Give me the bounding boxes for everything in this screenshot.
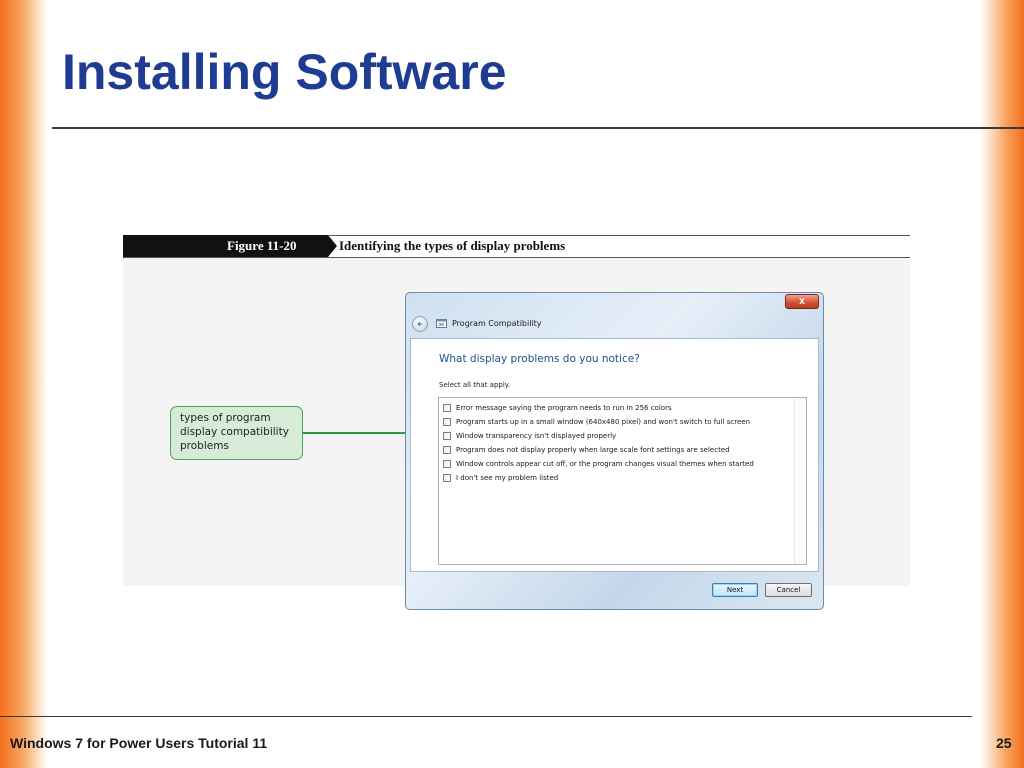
display-problems-list: Error message saying the program needs t…	[438, 397, 807, 565]
option-256-colors[interactable]: Error message saying the program needs t…	[443, 402, 672, 414]
option-label: Window transparency isn't displayed prop…	[456, 432, 617, 440]
list-scrollbar[interactable]	[794, 398, 806, 564]
dialog-instruction: Select all that apply.	[439, 381, 511, 389]
checkbox[interactable]	[443, 446, 451, 454]
close-icon: x	[799, 296, 805, 307]
figure-label: Figure 11-20	[227, 238, 297, 253]
option-label: Window controls appear cut off, or the p…	[456, 460, 754, 468]
right-accent-bar	[980, 0, 1024, 768]
option-label: Error message saying the program needs t…	[456, 404, 672, 412]
option-label: Program does not display properly when l…	[456, 446, 730, 454]
back-button[interactable]	[412, 316, 428, 332]
option-large-font[interactable]: Program does not display properly when l…	[443, 444, 730, 456]
title-divider	[52, 127, 1024, 129]
option-label: I don't see my problem listed	[456, 474, 559, 482]
checkbox[interactable]	[443, 404, 451, 412]
figure: Figure 11-20 Identifying the types of di…	[123, 234, 910, 610]
figure-body: types of program display compatibility p…	[123, 258, 910, 610]
close-button[interactable]: x	[785, 294, 819, 309]
callout-box: types of program display compatibility p…	[170, 406, 303, 460]
program-compatibility-dialog: x Program Compatibility What display pro…	[405, 292, 824, 610]
footer-text: Windows 7 for Power Users Tutorial 11	[10, 735, 268, 751]
checkbox[interactable]	[443, 460, 451, 468]
window-title: Program Compatibility	[452, 319, 542, 328]
checkbox[interactable]	[443, 474, 451, 482]
option-small-window[interactable]: Program starts up in a small window (640…	[443, 416, 750, 428]
callout-text: types of program display compatibility p…	[180, 412, 289, 452]
figure-header: Figure 11-20 Identifying the types of di…	[123, 234, 910, 258]
slide-title: Installing Software	[62, 44, 507, 100]
option-controls-cut-off[interactable]: Window controls appear cut off, or the p…	[443, 458, 754, 470]
page-number: 25	[996, 735, 1012, 751]
option-not-listed[interactable]: I don't see my problem listed	[443, 472, 558, 484]
option-transparency[interactable]: Window transparency isn't displayed prop…	[443, 430, 616, 442]
figure-caption: Identifying the types of display problem…	[339, 238, 566, 253]
checkbox[interactable]	[443, 418, 451, 426]
figure-label-bar	[123, 235, 328, 257]
program-compatibility-icon	[436, 319, 447, 328]
cancel-button[interactable]: Cancel	[765, 583, 812, 597]
next-button[interactable]: Next	[712, 583, 758, 597]
back-arrow-icon	[417, 321, 422, 327]
option-label: Program starts up in a small window (640…	[456, 418, 750, 426]
left-accent-bar	[0, 0, 48, 768]
footer-divider	[0, 716, 972, 717]
figure-header-rule-top	[328, 235, 910, 236]
dialog-content: What display problems do you notice? Sel…	[410, 338, 819, 572]
checkbox[interactable]	[443, 432, 451, 440]
callout-connector-line	[303, 432, 417, 434]
figure-label-arrow	[328, 235, 337, 257]
dialog-heading: What display problems do you notice?	[439, 353, 640, 365]
